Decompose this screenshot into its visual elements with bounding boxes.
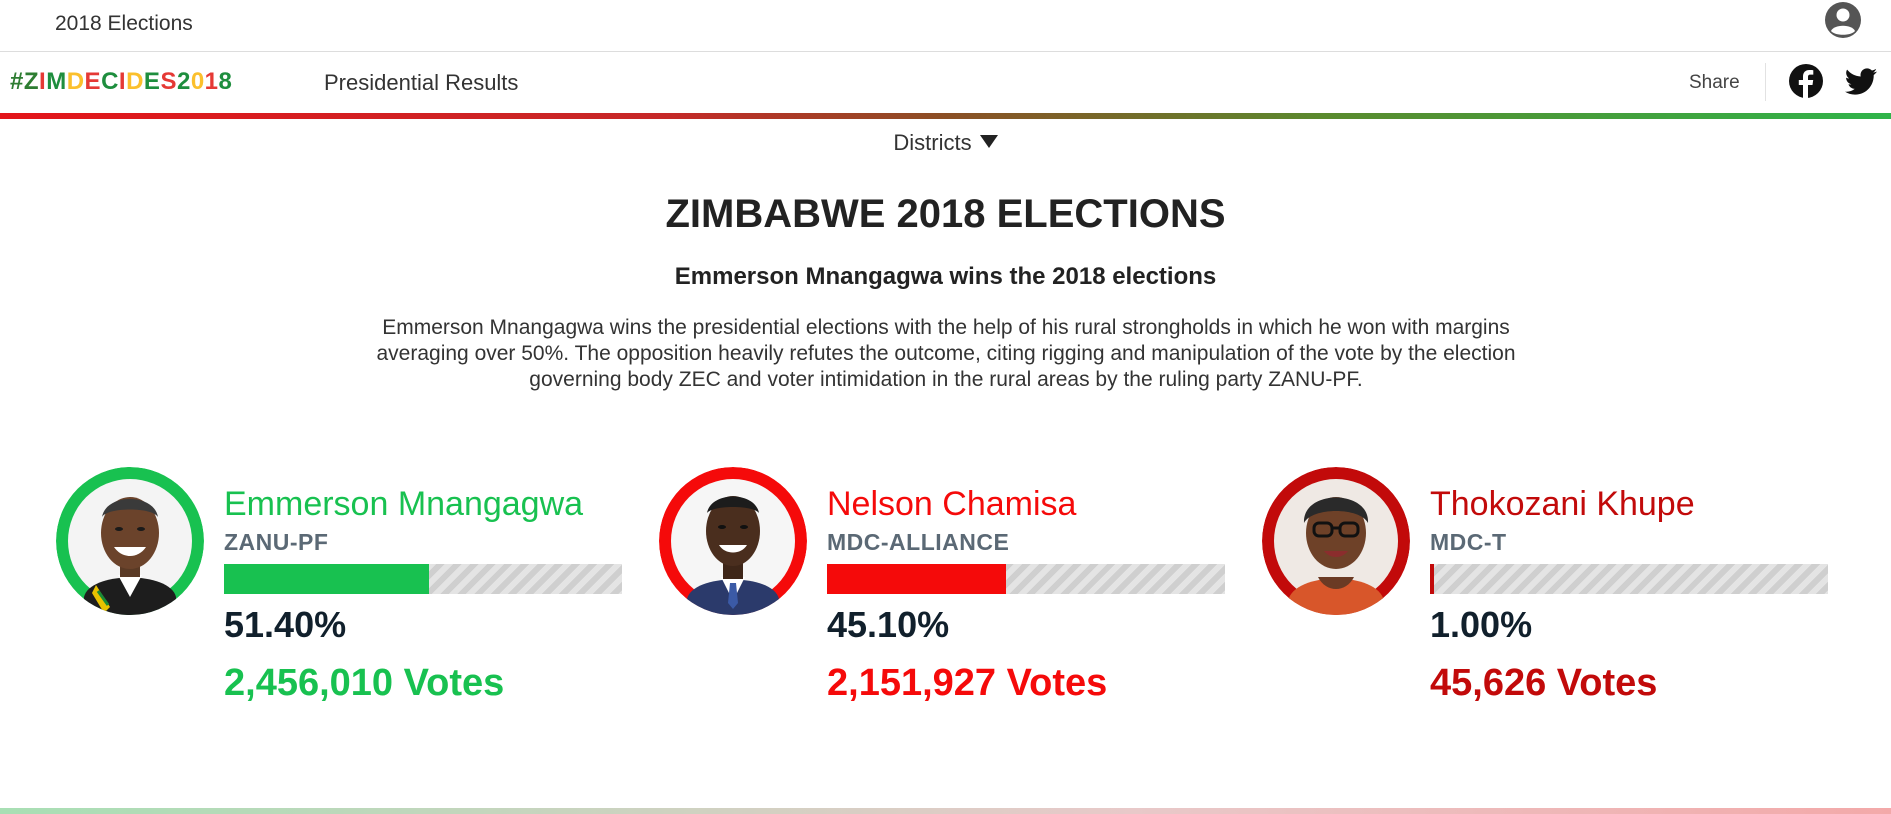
vote-percentage: 1.00%	[1430, 604, 1533, 645]
caret-down-icon	[979, 135, 998, 148]
bottom-color-rule	[0, 808, 1891, 814]
account-circle-icon[interactable]	[1823, 0, 1863, 40]
vote-count: 2,151,927 Votes	[827, 662, 1108, 704]
party-name: MDC-ALLIANCE	[827, 529, 1010, 555]
candidate-avatar	[1262, 467, 1410, 615]
vote-share-fill	[224, 564, 429, 594]
brand-letter: 2	[176, 68, 191, 95]
candidate-name: Thokozani Khupe	[1430, 485, 1695, 523]
vote-share-fill	[1430, 564, 1434, 594]
page-subtitle: Emmerson Mnangagwa wins the 2018 electio…	[674, 263, 1217, 290]
vote-share-bar	[1430, 564, 1828, 594]
candidate-avatar	[659, 467, 807, 615]
vote-percentage: 45.10%	[827, 604, 950, 645]
share-label: Share	[1689, 72, 1740, 93]
brand-letter: I	[39, 68, 47, 95]
brand-hashtag-logo[interactable]: #ZIMDECIDES2018	[10, 68, 232, 96]
brand-letter: E	[84, 68, 102, 95]
top-bar: 2018 Elections	[0, 0, 1891, 52]
brand-letter: 8	[218, 68, 233, 95]
brand-letter: M	[46, 68, 67, 95]
nav-divider	[1765, 63, 1766, 101]
brand-letter: #	[10, 68, 24, 95]
brand-letter: S	[160, 68, 177, 95]
party-name: MDC-T	[1430, 529, 1507, 555]
results-summary: Emmerson Mnangagwa wins the presidential…	[376, 316, 1516, 391]
candidate-card-chamisa: Nelson Chamisa MDC-ALLIANCE 45.10% 2,151…	[659, 467, 1239, 717]
presidential-results-link[interactable]: Presidential Results	[324, 70, 518, 96]
twitter-icon[interactable]	[1843, 63, 1879, 99]
candidate-avatar	[56, 467, 204, 615]
vote-share-fill	[827, 564, 1007, 594]
brand-letter: E	[143, 68, 161, 95]
candidate-card-mnangagwa: Emmerson Mnangagwa ZANU-PF 51.40% 2,456,…	[56, 467, 636, 717]
brand-letter: 0	[190, 68, 205, 95]
flag-color-rule	[0, 113, 1891, 119]
brand-letter: I	[118, 68, 127, 95]
party-name: ZANU-PF	[224, 529, 329, 555]
vote-count: 2,456,010 Votes	[224, 662, 505, 704]
brand-letter: Z	[23, 68, 40, 95]
vote-percentage: 51.40%	[224, 604, 347, 645]
candidate-name: Emmerson Mnangagwa	[224, 485, 584, 523]
candidate-name: Nelson Chamisa	[827, 485, 1077, 523]
page-title: ZIMBABWE 2018 ELECTIONS	[665, 192, 1226, 236]
districts-dropdown[interactable]: Districts	[0, 130, 1891, 156]
vote-share-bar	[827, 564, 1225, 594]
candidate-card-khupe: Thokozani Khupe MDC-T 1.00% 45,626 Votes	[1262, 467, 1842, 717]
brand-letter: C	[101, 68, 119, 95]
brand-letter: 1	[204, 68, 219, 95]
vote-count: 45,626 Votes	[1430, 662, 1658, 704]
facebook-icon[interactable]	[1788, 63, 1824, 99]
brand-letter: D	[66, 68, 85, 95]
districts-label: Districts	[893, 130, 972, 155]
vote-share-bar	[224, 564, 622, 594]
brand-letter: D	[126, 68, 144, 95]
app-title: 2018 Elections	[55, 12, 193, 35]
navigation-bar: #ZIMDECIDES2018 Presidential Results Sha…	[0, 53, 1891, 113]
